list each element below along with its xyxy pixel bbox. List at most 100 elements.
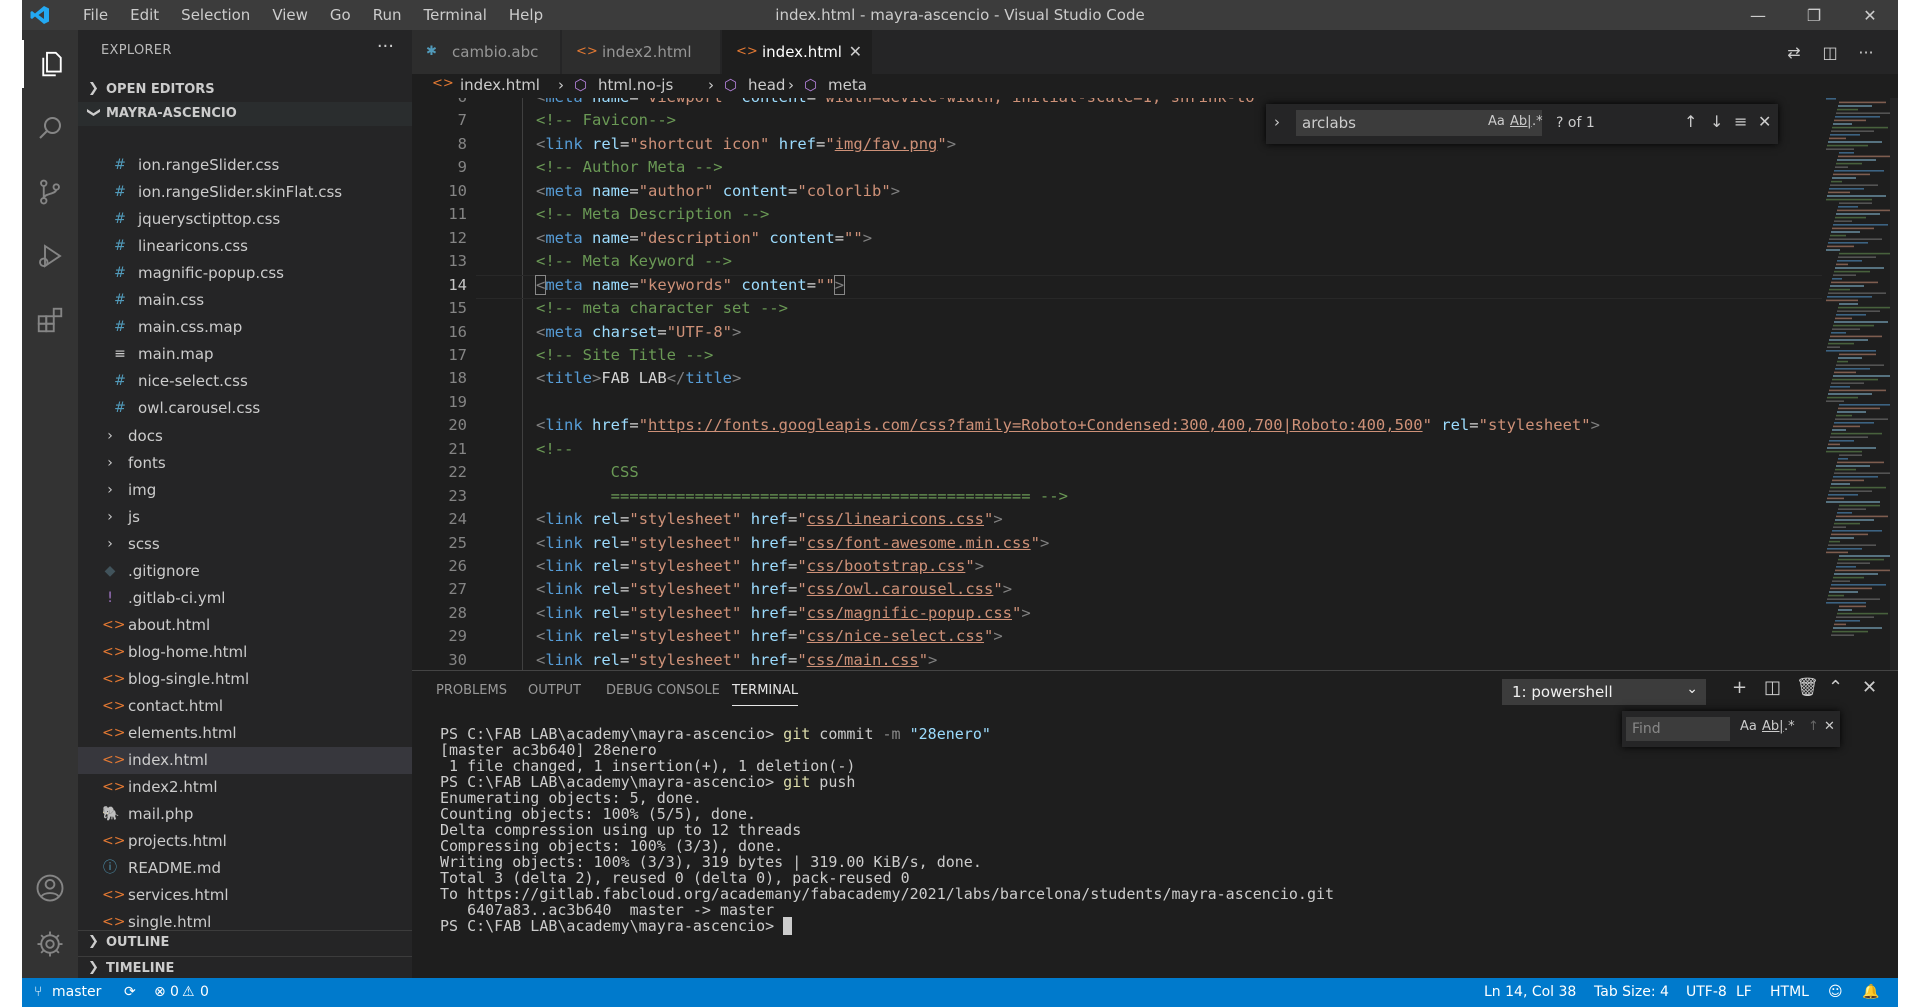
- split-terminal-icon[interactable]: ◫: [1764, 677, 1781, 698]
- close-icon[interactable]: ✕: [1758, 112, 1771, 131]
- editor-scrollbar[interactable]: [1890, 98, 1898, 670]
- open-editors-section[interactable]: ❯ OPEN EDITORS: [78, 78, 412, 102]
- close-window-icon[interactable]: ✕: [1842, 0, 1898, 30]
- menu-go[interactable]: Go: [319, 0, 362, 30]
- match-case-toggle[interactable]: Aa: [1488, 114, 1505, 129]
- tree-item[interactable]: # main.css.map: [78, 314, 412, 341]
- tree-item[interactable]: ≡ main.map: [78, 341, 412, 368]
- breadcrumb-item-file[interactable]: index.html: [460, 76, 540, 94]
- explorer-icon[interactable]: [22, 40, 80, 88]
- tree-item[interactable]: › img: [78, 477, 412, 504]
- minimap[interactable]: [1822, 98, 1898, 670]
- panel-tab-output[interactable]: OUTPUT: [528, 683, 581, 698]
- encoding[interactable]: UTF-8: [1686, 984, 1727, 1000]
- tree-item[interactable]: # linearicons.css: [78, 233, 412, 260]
- tree-item[interactable]: # ion.rangeSlider.css: [78, 152, 412, 179]
- breadcrumb-item-meta[interactable]: meta: [828, 76, 867, 94]
- settings-gear-icon[interactable]: [22, 920, 78, 968]
- tree-item[interactable]: <> blog-single.html: [78, 666, 412, 693]
- tree-item[interactable]: › fonts: [78, 450, 412, 477]
- close-panel-icon[interactable]: ✕: [1862, 677, 1877, 698]
- tree-item[interactable]: # main.css: [78, 287, 412, 314]
- tab-size[interactable]: Tab Size: 4: [1594, 984, 1669, 1000]
- tree-item[interactable]: <> services.html: [78, 882, 412, 909]
- menu-selection[interactable]: Selection: [170, 0, 261, 30]
- terminal-find-input[interactable]: Find: [1626, 717, 1730, 741]
- breadcrumb-item-head[interactable]: head: [748, 76, 785, 94]
- menu-file[interactable]: File: [72, 0, 119, 30]
- tree-item[interactable]: › docs: [78, 423, 412, 450]
- find-in-selection-icon[interactable]: ≡: [1734, 112, 1747, 131]
- menu-terminal[interactable]: Terminal: [413, 0, 498, 30]
- end-of-line[interactable]: LF: [1736, 984, 1752, 1000]
- tree-item[interactable]: # magnific-popup.css: [78, 260, 412, 287]
- source-control-icon[interactable]: [22, 168, 78, 216]
- tree-item[interactable]: <> about.html: [78, 612, 412, 639]
- toggle-replace-icon[interactable]: ›: [1274, 113, 1280, 131]
- close-icon[interactable]: ✕: [1824, 719, 1835, 734]
- tree-item[interactable]: # nice-select.css: [78, 368, 412, 395]
- menu-run[interactable]: Run: [362, 0, 413, 30]
- tree-item[interactable]: <> blog-home.html: [78, 639, 412, 666]
- tree-item[interactable]: # ion.rangeSlider.skinFlat.css: [78, 179, 412, 206]
- arrow-up-icon[interactable]: ↑: [1684, 112, 1697, 131]
- new-terminal-icon[interactable]: +: [1732, 677, 1747, 698]
- whole-word-toggle[interactable]: Ab|: [1510, 114, 1532, 129]
- tree-item[interactable]: ◆ .gitignore: [78, 558, 412, 585]
- tree-item[interactable]: 🐘 mail.php: [78, 801, 412, 828]
- menu-view[interactable]: View: [261, 0, 319, 30]
- find-input[interactable]: arclabs: [1296, 110, 1542, 136]
- tab-cambio-abc[interactable]: ✱ cambio.abc: [412, 30, 560, 74]
- more-actions-icon[interactable]: ···: [1848, 43, 1884, 62]
- maximize-panel-icon[interactable]: ⌃: [1828, 677, 1843, 698]
- arrow-down-icon[interactable]: ↓: [1710, 112, 1723, 131]
- code-editor[interactable]: 6 <meta name="viewport" content="width=de…: [412, 98, 1822, 670]
- menu-edit[interactable]: Edit: [119, 0, 170, 30]
- accounts-icon[interactable]: [22, 864, 78, 912]
- terminal-selector[interactable]: 1: powershell ⌄: [1502, 679, 1706, 705]
- tree-item[interactable]: <> contact.html: [78, 693, 412, 720]
- restore-icon[interactable]: ❐: [1786, 0, 1842, 30]
- outline-section[interactable]: ❯ OUTLINE: [78, 930, 412, 955]
- sync-icon[interactable]: ⟳: [124, 984, 136, 1000]
- error-count[interactable]: 0: [170, 984, 179, 1000]
- regex-toggle[interactable]: .*: [1784, 719, 1795, 734]
- panel-tab-terminal[interactable]: TERMINAL: [732, 683, 799, 706]
- extensions-icon[interactable]: [22, 296, 78, 344]
- tree-item[interactable]: # jquerysctipttop.css: [78, 206, 412, 233]
- tree-item[interactable]: <> elements.html: [78, 720, 412, 747]
- tree-item[interactable]: ⓘ README.md: [78, 855, 412, 882]
- project-folder-section[interactable]: ❯ MAYRA-ASCENCIO: [78, 102, 412, 126]
- notifications-bell-icon[interactable]: 🔔: [1862, 984, 1879, 1000]
- panel-tab-problems[interactable]: PROBLEMS: [436, 683, 507, 698]
- feedback-icon[interactable]: ☺: [1828, 984, 1843, 1000]
- git-branch[interactable]: master: [52, 984, 101, 1000]
- trash-icon[interactable]: 🗑: [1796, 677, 1819, 698]
- tree-item[interactable]: › scss: [78, 531, 412, 558]
- arrow-up-icon[interactable]: ↑: [1808, 719, 1819, 734]
- tree-item[interactable]: <> index2.html: [78, 774, 412, 801]
- tab-index2-html[interactable]: <> index2.html: [562, 30, 720, 74]
- breadcrumb-item-html[interactable]: html.no-js: [598, 76, 673, 94]
- language-mode[interactable]: HTML: [1770, 984, 1809, 1000]
- tree-item[interactable]: ! .gitlab-ci.yml: [78, 585, 412, 612]
- match-case-toggle[interactable]: Aa: [1740, 719, 1757, 734]
- search-icon[interactable]: [22, 104, 78, 152]
- minimize-icon[interactable]: —: [1730, 0, 1786, 30]
- cursor-position[interactable]: Ln 14, Col 38: [1484, 984, 1576, 1000]
- tree-item[interactable]: › js: [78, 504, 412, 531]
- tree-item[interactable]: # owl.carousel.css: [78, 395, 412, 422]
- regex-toggle[interactable]: .*: [1532, 114, 1543, 129]
- warning-count[interactable]: 0: [200, 984, 209, 1000]
- tree-item[interactable]: <> projects.html: [78, 828, 412, 855]
- tree-item[interactable]: <> index.html: [78, 747, 412, 775]
- menu-help[interactable]: Help: [498, 0, 554, 30]
- panel-tab-debug-console[interactable]: DEBUG CONSOLE: [606, 683, 720, 698]
- whole-word-toggle[interactable]: Ab|: [1762, 719, 1784, 734]
- run-debug-icon[interactable]: [22, 232, 78, 280]
- compare-changes-icon[interactable]: ⇄: [1776, 43, 1812, 62]
- split-editor-icon[interactable]: ◫: [1812, 43, 1848, 62]
- more-actions-icon[interactable]: ···: [377, 36, 394, 57]
- close-tab-icon[interactable]: ✕: [849, 30, 862, 74]
- tab-index-html[interactable]: <> index.html ✕: [722, 30, 872, 74]
